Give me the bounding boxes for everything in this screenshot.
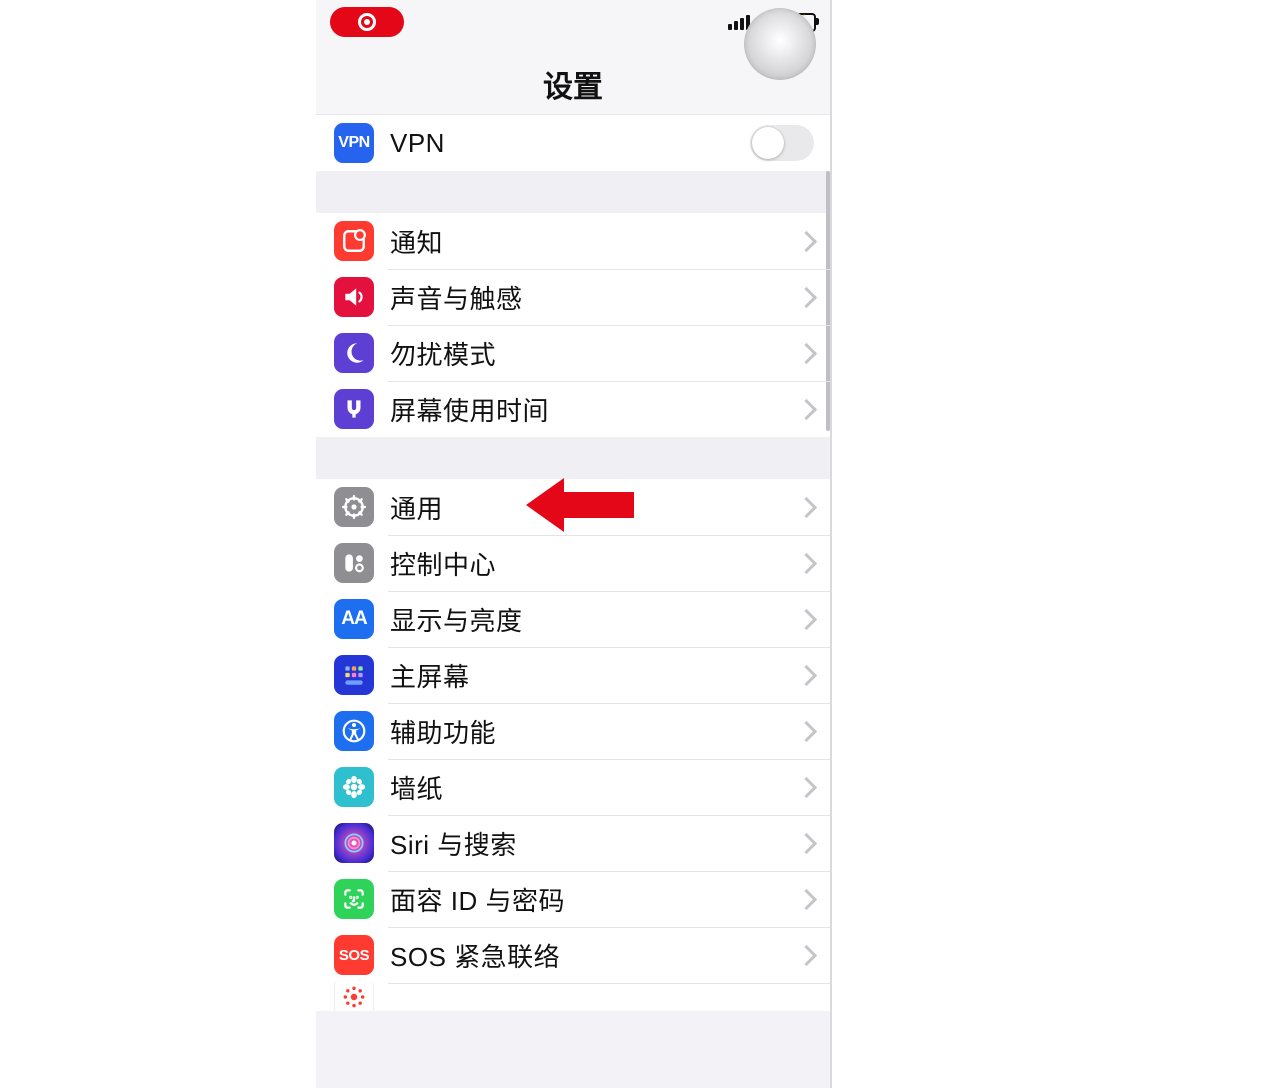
vpn-toggle[interactable] [750,125,814,161]
row-cutoff[interactable] [316,983,830,1011]
row-wallpaper[interactable]: 墙纸 [316,759,830,815]
sos-icon: SOS [334,935,374,975]
home-screen-icon [334,655,374,695]
chevron-right-icon [796,398,817,419]
row-screen-time[interactable]: 屏幕使用时间 [316,381,830,437]
group-notifications: 通知 声音与触感 勿扰模式 屏幕使 [316,213,830,437]
row-vpn[interactable]: VPN VPN [316,115,830,171]
chevron-right-icon [796,776,817,797]
row-dnd[interactable]: 勿扰模式 [316,325,830,381]
sounds-icon [334,277,374,317]
row-label: 声音与触感 [390,279,799,316]
screen-time-icon [334,389,374,429]
row-label: 通用 [390,489,799,526]
chevron-right-icon [796,608,817,629]
section-gap [316,437,830,479]
row-notifications[interactable]: 通知 [316,213,830,269]
record-icon [358,13,376,31]
chevron-right-icon [796,230,817,251]
row-label: 墙纸 [390,769,799,806]
group-general: 通用 控制中心 AA 显示与亮度 [316,479,830,1011]
row-label: 辅助功能 [390,713,799,750]
row-label: 屏幕使用时间 [390,391,799,428]
section-gap [316,171,830,213]
chevron-right-icon [796,286,817,307]
row-sounds[interactable]: 声音与触感 [316,269,830,325]
row-label: 勿扰模式 [390,335,799,372]
chevron-right-icon [796,832,817,853]
row-sos[interactable]: SOS SOS 紧急联络 [316,927,830,983]
row-label: 主屏幕 [390,657,799,694]
row-label: SOS 紧急联络 [390,937,799,974]
row-siri[interactable]: Siri 与搜索 [316,815,830,871]
screen-recording-pill[interactable] [330,7,404,37]
chevron-right-icon [796,664,817,685]
row-control-center[interactable]: 控制中心 [316,535,830,591]
wallpaper-icon [334,767,374,807]
siri-icon [334,823,374,863]
control-center-icon [334,543,374,583]
chevron-right-icon [796,342,817,363]
group-vpn: VPN VPN [316,115,830,171]
general-icon [334,487,374,527]
row-label: 通知 [390,223,799,260]
row-general[interactable]: 通用 [316,479,830,535]
chevron-right-icon [796,944,817,965]
page-title: 设置 [316,62,830,106]
chevron-right-icon [796,888,817,909]
notifications-icon [334,221,374,261]
row-label: 控制中心 [390,545,799,582]
row-label: 显示与亮度 [390,601,799,638]
nav-header: 设置 [316,44,830,115]
display-icon-text: AA [341,608,366,630]
row-label-vpn: VPN [390,128,750,159]
face-id-icon [334,879,374,919]
dnd-icon [334,333,374,373]
chevron-right-icon [796,720,817,741]
vpn-icon-label: VPN [338,134,369,152]
chevron-right-icon [796,552,817,573]
row-label: Siri 与搜索 [390,825,799,862]
row-home-screen[interactable]: 主屏幕 [316,647,830,703]
row-display[interactable]: AA 显示与亮度 [316,591,830,647]
stage: ⚡ 设置 VPN VPN [0,0,1280,1088]
display-icon: AA [334,599,374,639]
vpn-icon: VPN [334,123,374,163]
row-accessibility[interactable]: 辅助功能 [316,703,830,759]
exposure-icon [334,983,374,1011]
phone-frame: ⚡ 设置 VPN VPN [316,0,832,1088]
row-face-id[interactable]: 面容 ID 与密码 [316,871,830,927]
sos-icon-label: SOS [339,947,369,964]
chevron-right-icon [796,496,817,517]
row-label: 面容 ID 与密码 [390,881,799,918]
toggle-knob [752,127,784,159]
accessibility-icon [334,711,374,751]
